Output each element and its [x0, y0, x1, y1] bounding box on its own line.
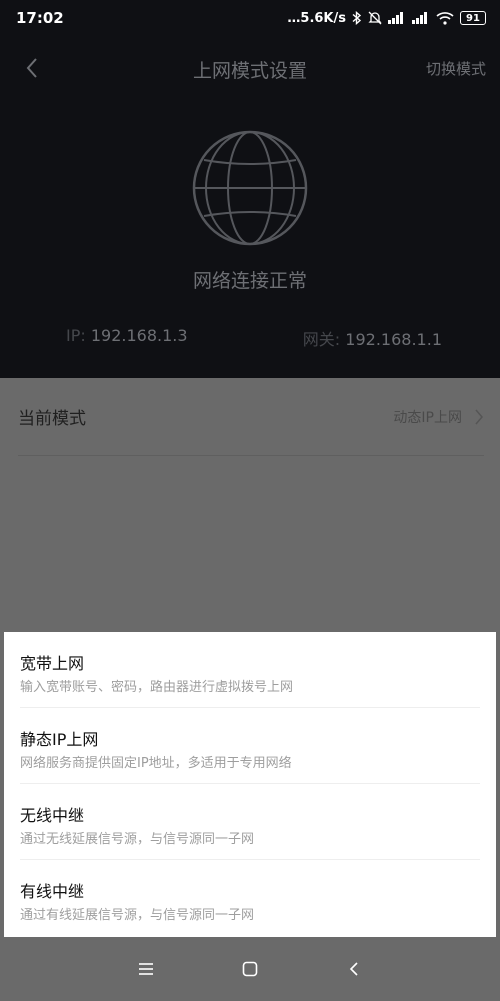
- option-static-ip[interactable]: 静态IP上网 网络服务商提供固定IP地址，多适用于专用网络: [20, 708, 480, 784]
- option-desc: 通过无线延展信号源，与信号源同一子网: [20, 832, 255, 847]
- settings-content: 当前模式 动态IP上网: [0, 378, 500, 632]
- system-nav-bar: [0, 937, 500, 1001]
- address-row: IP: 192.168.1.3 网关: 192.168.1.1: [66, 326, 442, 350]
- connection-status: 网络连接正常: [192, 270, 307, 292]
- home-button[interactable]: [236, 955, 264, 983]
- ip-label: IP:: [66, 326, 86, 345]
- signal-hd-icon: [412, 12, 430, 24]
- chevron-right-icon: [475, 409, 483, 424]
- option-title: 静态IP上网: [20, 730, 99, 749]
- wifi-icon: [436, 11, 454, 25]
- signal-icon: [388, 12, 406, 24]
- back-nav-button[interactable]: [340, 955, 368, 983]
- option-broadband[interactable]: 宽带上网 输入宽带账号、密码，路由器进行虚拟拨号上网: [20, 632, 480, 708]
- globe-icon: [192, 130, 308, 246]
- ip-address: IP: 192.168.1.3: [66, 326, 188, 350]
- option-title: 有线中继: [20, 882, 85, 901]
- mute-icon: [368, 11, 382, 25]
- connection-panel: 上网模式设置 切换模式 网络连接正常 IP: 192.168.1.3 网关: 1…: [0, 36, 500, 378]
- option-desc: 通过有线延展信号源，与信号源同一子网: [20, 908, 255, 923]
- back-icon: [349, 962, 358, 976]
- status-icons: …5.6K/s 91: [287, 11, 486, 26]
- status-bar: 17:02 …5.6K/s 91: [0, 0, 500, 36]
- battery-icon: 91: [460, 11, 486, 25]
- current-mode-value: 动态IP上网: [393, 409, 462, 426]
- gateway-label: 网关:: [302, 330, 341, 349]
- gateway-address: 网关: 192.168.1.1: [303, 326, 442, 350]
- bluetooth-icon: [352, 11, 362, 25]
- gateway-value: 192.168.1.1: [345, 330, 442, 349]
- option-desc: 网络服务商提供固定IP地址，多适用于专用网络: [20, 756, 292, 771]
- option-title: 无线中继: [20, 806, 85, 825]
- option-desc: 输入宽带账号、密码，路由器进行虚拟拨号上网: [20, 680, 294, 695]
- current-mode-value-group: 动态IP上网: [393, 407, 484, 427]
- mode-selection-sheet: 宽带上网 输入宽带账号、密码，路由器进行虚拟拨号上网 静态IP上网 网络服务商提…: [4, 632, 496, 937]
- net-speed: …5.6K/s: [287, 10, 346, 26]
- current-mode-row[interactable]: 当前模式 动态IP上网: [18, 378, 484, 456]
- title-bar: 上网模式设置 切换模式: [0, 48, 500, 88]
- ip-value: 192.168.1.3: [90, 326, 188, 345]
- menu-icon: [139, 963, 153, 975]
- option-title: 宽带上网: [20, 654, 85, 673]
- option-wireless-relay[interactable]: 无线中继 通过无线延展信号源，与信号源同一子网: [20, 784, 480, 860]
- menu-button[interactable]: [132, 955, 160, 983]
- option-wired-relay[interactable]: 有线中继 通过有线延展信号源，与信号源同一子网: [20, 860, 480, 936]
- home-icon: [242, 961, 258, 977]
- switch-mode-button[interactable]: 切换模式: [426, 58, 486, 79]
- current-mode-label: 当前模式: [18, 409, 86, 429]
- status-time: 17:02: [16, 9, 64, 27]
